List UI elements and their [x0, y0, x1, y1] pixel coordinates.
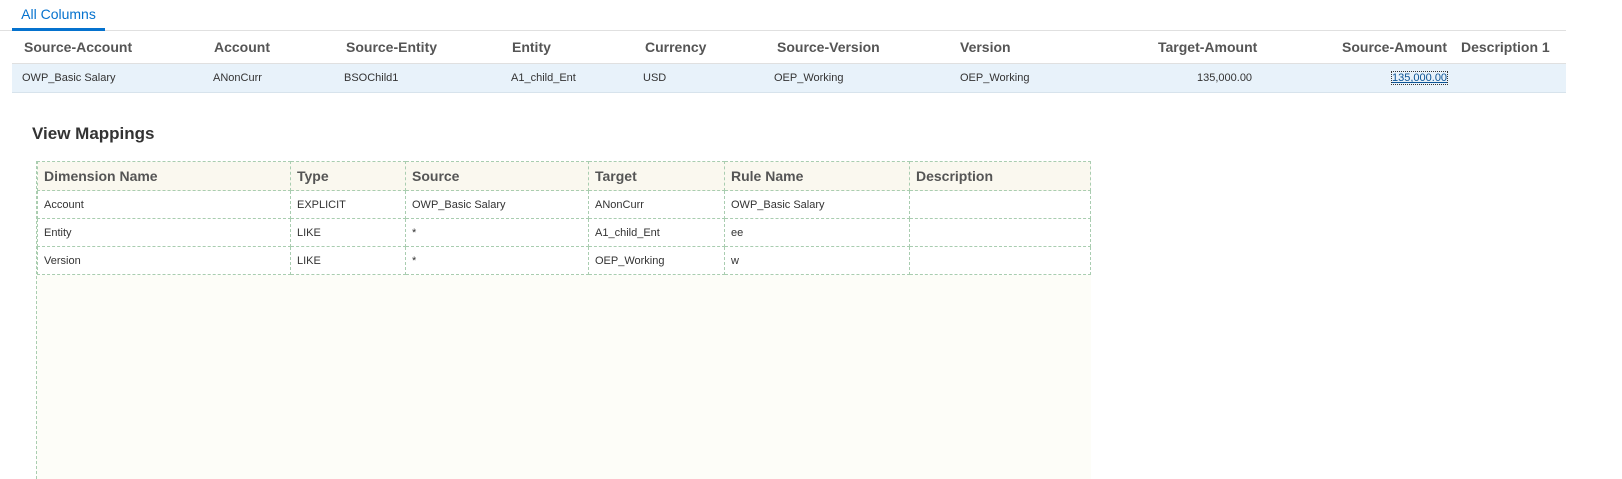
page-title: View Mappings: [32, 124, 155, 143]
cell: LIKE: [290, 246, 406, 275]
grid-header: Source-Account Account Source-Entity Ent…: [12, 30, 1566, 64]
cell: OWP_Basic Salary: [405, 190, 589, 219]
cell-target-amount: 135,000.00: [1197, 72, 1253, 84]
mappings-table: Dimension Name Type Source Target Rule N…: [37, 161, 1091, 275]
tab-bar: All Columns: [0, 0, 1566, 31]
source-amount-link[interactable]: 135,000.00: [1390, 71, 1449, 85]
col-target[interactable]: Target: [588, 161, 725, 191]
cell: [909, 218, 1091, 247]
col-source-account[interactable]: Source-Account: [24, 39, 132, 55]
col-source-entity[interactable]: Source-Entity: [346, 39, 437, 55]
col-type[interactable]: Type: [290, 161, 406, 191]
cell: Entity: [37, 218, 291, 247]
data-grid: Source-Account Account Source-Entity Ent…: [12, 30, 1566, 93]
tab-all-columns[interactable]: All Columns: [12, 0, 105, 31]
cell: LIKE: [290, 218, 406, 247]
col-source-version[interactable]: Source-Version: [777, 39, 880, 55]
cell: OEP_Working: [588, 246, 725, 275]
col-source-amount[interactable]: Source-Amount: [1342, 39, 1447, 55]
cell-account: ANonCurr: [213, 72, 262, 84]
col-source[interactable]: Source: [405, 161, 589, 191]
table-row[interactable]: Version LIKE * OEP_Working w: [37, 246, 1091, 275]
col-currency[interactable]: Currency: [645, 39, 706, 55]
cell: w: [724, 246, 910, 275]
col-rule-name[interactable]: Rule Name: [724, 161, 910, 191]
table-row[interactable]: Entity LIKE * A1_child_Ent ee: [37, 218, 1091, 247]
cell-source-version: OEP_Working: [774, 72, 844, 84]
cell: A1_child_Ent: [588, 218, 725, 247]
cell-currency: USD: [643, 72, 667, 84]
cell: *: [405, 218, 589, 247]
col-version[interactable]: Version: [960, 39, 1011, 55]
col-account[interactable]: Account: [214, 39, 270, 55]
cell: EXPLICIT: [290, 190, 406, 219]
col-target-amount[interactable]: Target-Amount: [1158, 39, 1257, 55]
col-description-1[interactable]: Description 1: [1461, 39, 1550, 55]
mappings-table-container: Dimension Name Type Source Target Rule N…: [36, 161, 1091, 479]
mappings-header: Dimension Name Type Source Target Rule N…: [37, 161, 1091, 191]
cell: ee: [724, 218, 910, 247]
col-description[interactable]: Description: [909, 161, 1091, 191]
cell: Version: [37, 246, 291, 275]
col-entity[interactable]: Entity: [512, 39, 551, 55]
cell-entity: A1_child_Ent: [511, 72, 576, 84]
table-row[interactable]: Account EXPLICIT OWP_Basic Salary ANonCurr O…: [37, 190, 1091, 219]
cell-source-account: OWP_Basic Salary: [22, 72, 116, 84]
cell-version: OEP_Working: [960, 72, 1030, 84]
cell: Account: [37, 190, 291, 219]
cell: ANonCurr: [588, 190, 725, 219]
cell: [909, 190, 1091, 219]
cell: [909, 246, 1091, 275]
table-row[interactable]: OWP_Basic Salary ANonCurr BSOChild1 A1_c…: [12, 64, 1566, 93]
cell-source-entity: BSOChild1: [344, 72, 399, 84]
cell: *: [405, 246, 589, 275]
col-dimension-name[interactable]: Dimension Name: [37, 161, 291, 191]
cell: OWP_Basic Salary: [724, 190, 910, 219]
